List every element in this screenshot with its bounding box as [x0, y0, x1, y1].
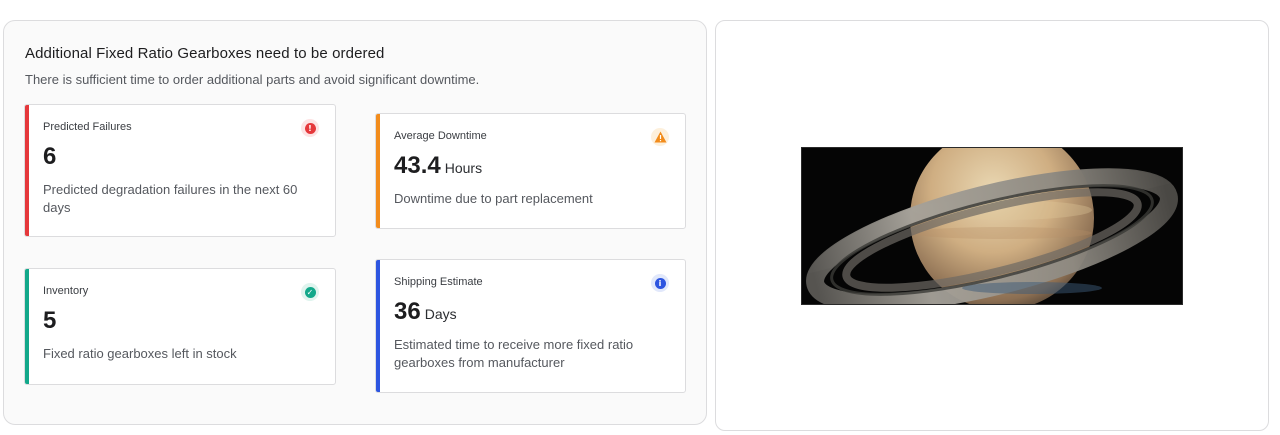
card-value: 36 Days — [394, 298, 457, 326]
summary-panel: Additional Fixed Ratio Gearboxes need to… — [3, 20, 707, 425]
card-description: Estimated time to receive more fixed rat… — [394, 337, 634, 370]
card-accent — [376, 260, 380, 392]
card-value-unit: Days — [424, 306, 457, 322]
card-description: Predicted degradation failures in the ne… — [43, 182, 298, 215]
panel-title: Additional Fixed Ratio Gearboxes need to… — [25, 45, 385, 62]
card-value-unit: Hours — [444, 160, 483, 176]
card-value: 6 — [43, 143, 56, 171]
card-label: Inventory — [43, 285, 89, 297]
card-value-number: 36 — [394, 298, 421, 325]
card-description: Downtime due to part replacement — [394, 191, 593, 206]
card-label: Predicted Failures — [43, 121, 132, 133]
card-value: 5 — [43, 307, 56, 335]
inventory-card: Inventory ✓ 5 Fixed ratio gearboxes left… — [24, 268, 336, 385]
image-panel — [715, 20, 1269, 431]
info-icon: i — [651, 274, 669, 292]
card-label: Average Downtime — [394, 130, 487, 142]
saturn-image — [801, 126, 1183, 312]
card-accent — [25, 269, 29, 384]
card-value-number: 5 — [43, 307, 57, 334]
card-accent — [376, 114, 380, 228]
card-label: Shipping Estimate — [394, 276, 483, 288]
card-value-number: 6 — [43, 143, 57, 170]
card-description: Fixed ratio gearboxes left in stock — [43, 346, 237, 361]
check-icon: ✓ — [301, 283, 319, 301]
predicted-failures-card: Predicted Failures ! 6 Predicted degrada… — [24, 104, 336, 237]
warning-icon — [651, 128, 669, 146]
panel-subtitle: There is sufficient time to order additi… — [25, 72, 480, 87]
average-downtime-card: Average Downtime 43.4 Hours Downtime due … — [375, 113, 686, 229]
error-icon: ! — [301, 119, 319, 137]
card-value: 43.4 Hours — [394, 152, 482, 180]
card-value-number: 43.4 — [394, 152, 441, 179]
saturn-illustration — [802, 126, 1182, 312]
shipping-estimate-card: Shipping Estimate i 36 Days Estimated tim… — [375, 259, 686, 393]
card-accent — [25, 105, 29, 236]
